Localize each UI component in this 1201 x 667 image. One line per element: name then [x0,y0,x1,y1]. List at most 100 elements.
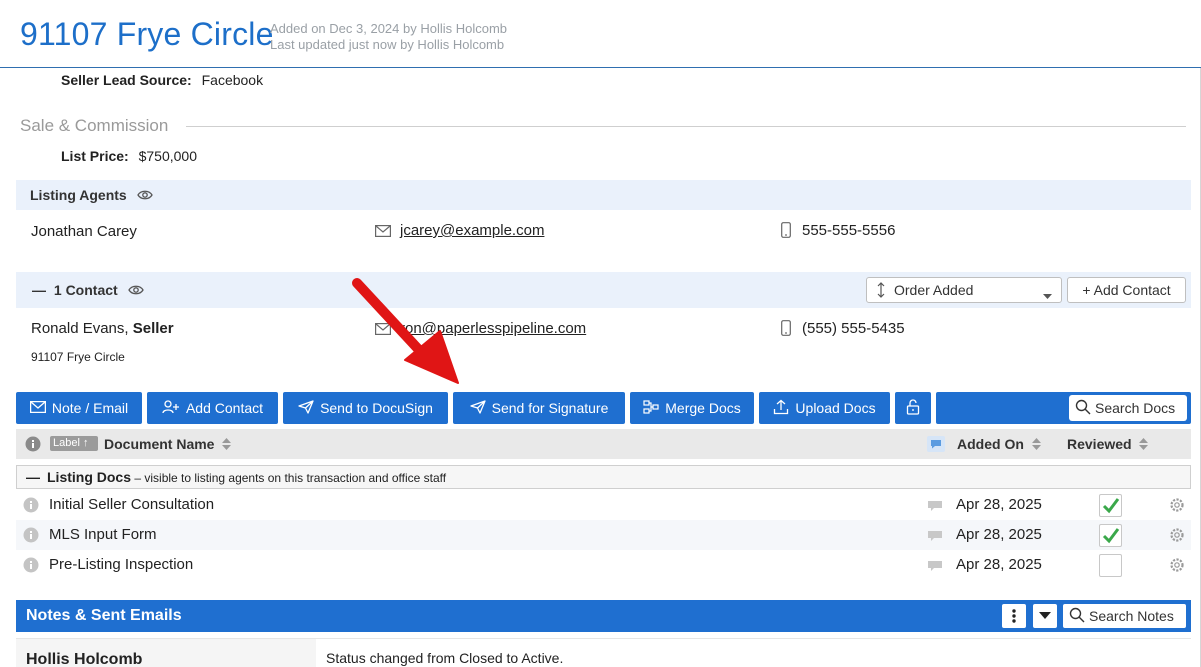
check-icon [1102,498,1120,514]
col-added-on-label: Added On [957,436,1024,452]
added-on-text: Added on Dec 3, 2024 by Hollis Holcomb [270,21,508,36]
col-document-name[interactable]: Document Name [104,436,232,454]
collapse-icon[interactable]: — [32,282,46,298]
table-row[interactable]: Initial Seller Consultation Apr 28, 2025 [16,490,1191,520]
send-icon [469,399,486,417]
merge-docs-button[interactable]: Merge Docs [630,392,754,424]
info-icon[interactable] [23,497,39,517]
notes-dropdown-button[interactable] [1033,604,1057,628]
merge-icon [643,399,659,417]
comment-icon [927,436,945,457]
eye-icon[interactable] [127,283,144,299]
page-title: 91107 Frye Circle [20,16,274,52]
upload-icon [773,399,789,418]
chevron-down-icon [1043,287,1052,303]
search-icon [1069,607,1085,626]
listing-agents-title-wrap: Listing Agents [30,187,153,204]
col-added-on[interactable]: Added On [957,436,1041,454]
search-icon [1075,399,1091,418]
agent-email-link[interactable]: jcarey@example.com [400,222,544,239]
unlock-icon [906,398,920,418]
sort-icon [1139,437,1149,454]
group-name: Listing Docs [47,469,132,485]
add-contact-toolbar-button[interactable]: Add Contact [147,392,278,424]
agent-name: Jonathan Carey [31,223,137,240]
order-select-value: Order Added [894,282,974,298]
notes-title: Notes & Sent Emails [26,607,182,624]
upload-docs-label: Upload Docs [795,400,876,416]
listing-docs-group[interactable]: — Listing Docs – visible to listing agen… [16,465,1191,489]
send-docusign-button[interactable]: Send to DocuSign [283,392,448,424]
comment-icon[interactable] [928,560,942,577]
sort-icon [876,282,886,301]
doc-name[interactable]: Initial Seller Consultation [49,496,214,513]
note-author-cell: Hollis Holcomb [16,639,316,667]
reviewed-checkbox[interactable] [1099,554,1122,577]
send-signature-button[interactable]: Send for Signature [453,392,625,424]
contact-name: Ronald Evans, [31,320,129,337]
note-text: Status changed from Closed to Active. [326,650,564,666]
contact-role: Seller [132,320,174,337]
table-row[interactable]: Pre-Listing Inspection Apr 28, 2025 [16,550,1191,580]
note-email-label: Note / Email [51,400,129,416]
merge-docs-label: Merge Docs [665,400,741,416]
doc-name[interactable]: Pre-Listing Inspection [49,556,193,573]
list-price-label: List Price: [61,148,129,164]
documents-table-header: Label ↑ Document Name Added On Reviewed [16,429,1191,459]
search-notes-button[interactable]: Search Notes [1063,604,1186,628]
phone-icon [781,222,791,243]
kebab-icon [1012,609,1016,623]
gear-icon[interactable] [1169,527,1185,547]
note-email-button[interactable]: Note / Email [16,392,142,424]
send-icon [298,399,314,417]
list-price-field: List Price: $750,000 [61,148,197,164]
section-divider [186,126,1186,127]
kebab-menu-button[interactable] [1002,604,1026,628]
contacts-title-wrap: — 1 Contact [32,282,144,299]
add-user-icon [162,399,180,417]
order-select[interactable]: Order Added [866,277,1062,303]
send-signature-label: Send for Signature [491,400,609,416]
list-price-value: $750,000 [138,148,197,164]
info-icon[interactable] [23,557,39,577]
phone-icon [781,320,791,341]
lock-button[interactable] [895,392,931,424]
col-reviewed[interactable]: Reviewed [1067,436,1149,454]
label-sort-chip[interactable]: Label ↑ [50,436,98,451]
agent-phone: 555-555-5556 [802,222,896,239]
gear-icon[interactable] [1169,557,1185,577]
note-author: Hollis Holcomb [26,651,143,667]
comment-icon[interactable] [928,530,942,547]
mail-icon [29,400,46,416]
header-meta: Added on Dec 3, 2024 by Hollis Holcomb L… [270,21,507,53]
col-document-name-label: Document Name [104,436,215,452]
info-icon [25,436,41,457]
contact-email-link[interactable]: ron@paperlesspipeline.com [400,320,586,337]
seller-lead-value: Facebook [201,72,264,88]
add-contact-toolbar-label: Add Contact [185,400,264,416]
add-contact-button[interactable]: + Add Contact [1067,277,1186,303]
seller-lead-field: Seller Lead Source: Facebook [61,72,263,88]
doc-date: Apr 28, 2025 [956,496,1042,513]
last-updated-text: Last updated just now by Hollis Holcomb [270,37,505,52]
comment-icon[interactable] [928,500,942,517]
note-entry: Hollis Holcomb Status changed from Close… [16,638,1191,667]
table-row[interactable]: MLS Input Form Apr 28, 2025 [16,520,1191,550]
sort-icon [1031,437,1041,454]
contact-address: 91107 Frye Circle [31,350,125,364]
sort-icon [222,437,232,454]
seller-lead-label: Seller Lead Source: [61,72,192,88]
upload-docs-button[interactable]: Upload Docs [759,392,890,424]
info-icon[interactable] [23,527,39,547]
eye-icon[interactable] [136,188,153,204]
reviewed-checkbox[interactable] [1099,494,1122,517]
group-description: – visible to listing agents on this tran… [131,471,447,485]
search-docs-button[interactable]: Search Docs [1069,395,1187,421]
collapse-icon[interactable]: — [26,469,40,485]
listing-agents-title: Listing Agents [30,187,127,203]
notes-header: Notes & Sent Emails Search Notes [16,600,1191,632]
gear-icon[interactable] [1169,497,1185,517]
doc-name[interactable]: MLS Input Form [49,526,157,543]
page-header: 91107 Frye Circle Added on Dec 3, 2024 b… [0,0,1201,68]
reviewed-checkbox[interactable] [1099,524,1122,547]
